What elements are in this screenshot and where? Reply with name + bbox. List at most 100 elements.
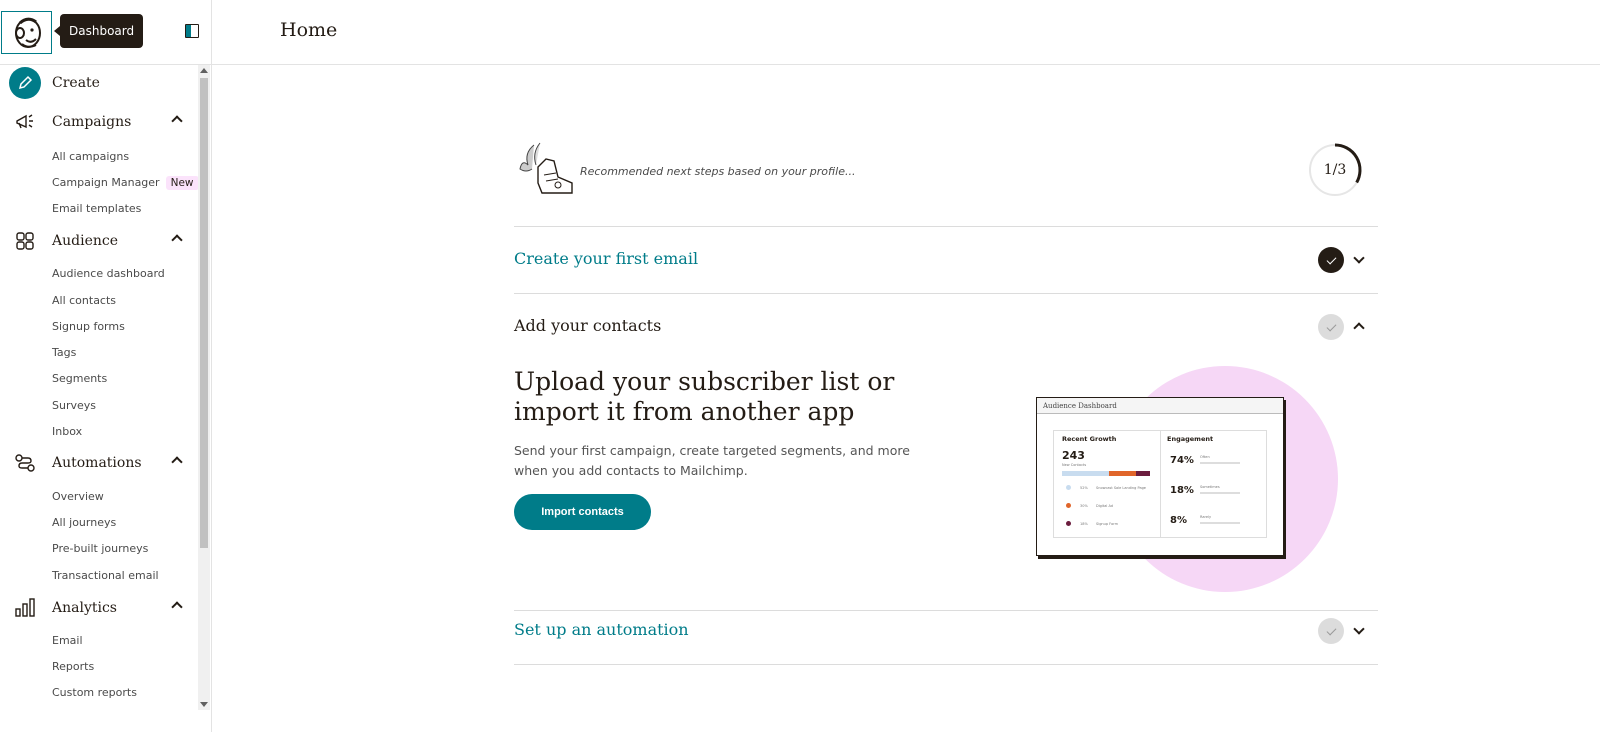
- import-contacts-button[interactable]: Import contacts: [514, 494, 651, 530]
- nav-audience-dashboard[interactable]: Audience dashboard: [52, 267, 165, 280]
- nav-all-contacts[interactable]: All contacts: [52, 294, 116, 307]
- page-header: Home: [212, 0, 1600, 65]
- main-content: Recommended next steps based on your pro…: [514, 65, 1378, 732]
- completed-check-icon: [1318, 247, 1344, 273]
- nav-campaigns-label: Campaigns: [52, 114, 132, 130]
- engagement-line: [1200, 462, 1240, 464]
- chevron-up-icon[interactable]: [171, 456, 183, 468]
- step-divider: [514, 664, 1378, 665]
- nav-custom-reports[interactable]: Custom reports: [52, 686, 137, 699]
- source-bar-segment: [1109, 471, 1136, 476]
- source-label: Snowcast Sale Landing Page: [1096, 486, 1146, 490]
- nav-campaign-manager-label: Campaign Manager: [52, 176, 160, 189]
- recommendation-row: Recommended next steps based on your pro…: [514, 135, 1378, 227]
- step-add-contacts-title[interactable]: Add your contacts: [514, 316, 661, 335]
- nav-overview[interactable]: Overview: [52, 490, 104, 503]
- progress-ring: 1/3: [1307, 142, 1363, 198]
- engagement-pct: 18%: [1170, 485, 1194, 496]
- illustration-panel: Recent Growth 243 New Contacts 52% Snowc…: [1053, 430, 1267, 538]
- sneaker-illustration-icon: [519, 142, 573, 194]
- step-divider: [514, 610, 1378, 611]
- source-bar-segment: [1062, 471, 1109, 476]
- illustration-card-title: Audience Dashboard: [1037, 398, 1283, 414]
- nav-analytics-email[interactable]: Email: [52, 634, 83, 647]
- nav-prebuilt-journeys[interactable]: Pre-built journeys: [52, 542, 148, 555]
- nav-signup-forms[interactable]: Signup forms: [52, 320, 125, 333]
- chevron-up-icon[interactable]: [171, 115, 183, 127]
- pencil-icon: [9, 67, 41, 99]
- source-dot: [1066, 503, 1071, 508]
- nav-automations-label: Automations: [52, 455, 142, 471]
- audience-dashboard-illustration: Audience Dashboard Recent Growth 243 New…: [1036, 397, 1284, 556]
- source-dot: [1066, 521, 1071, 526]
- step-divider: [514, 226, 1378, 227]
- nav-all-campaigns[interactable]: All campaigns: [52, 150, 129, 163]
- scroll-thumb[interactable]: [200, 78, 208, 548]
- recommendation-text: Recommended next steps based on your pro…: [580, 165, 856, 178]
- page-title: Home: [280, 19, 338, 41]
- engagement-line: [1200, 492, 1240, 494]
- chevron-down-icon[interactable]: [1353, 252, 1365, 264]
- sidebar: Dashboard Create Campaigns All campaigns…: [0, 0, 212, 732]
- nav-create-label: Create: [52, 75, 100, 91]
- bar-chart-icon: [12, 595, 38, 621]
- source-bar-segment: [1136, 471, 1150, 476]
- recent-growth-sub: New Contacts: [1062, 463, 1087, 467]
- nav-segments[interactable]: Segments: [52, 372, 107, 385]
- engagement-item-label: Sometimes: [1200, 485, 1220, 489]
- nav-inbox[interactable]: Inbox: [52, 425, 82, 438]
- nav-email-templates[interactable]: Email templates: [52, 202, 141, 215]
- step-divider: [514, 293, 1378, 294]
- nav-analytics-label: Analytics: [52, 600, 117, 616]
- recent-growth-label: Recent Growth: [1062, 435, 1117, 443]
- engagement-item-label: Often: [1200, 455, 1210, 459]
- chevron-up-icon[interactable]: [1353, 322, 1365, 334]
- nav-automations[interactable]: Automations: [0, 445, 198, 481]
- nav-reports[interactable]: Reports: [52, 660, 94, 673]
- step-setup-automation-title[interactable]: Set up an automation: [514, 620, 689, 639]
- new-badge: New: [165, 176, 198, 190]
- sidebar-nav: Create Campaigns All campaigns Campaign …: [0, 65, 198, 725]
- nav-audience-label: Audience: [52, 233, 118, 249]
- dashboard-tooltip: Dashboard: [53, 14, 144, 48]
- megaphone-icon: [12, 109, 38, 135]
- nav-all-journeys[interactable]: All journeys: [52, 516, 116, 529]
- source-dot: [1066, 485, 1071, 490]
- collapse-sidebar-icon[interactable]: [185, 24, 199, 38]
- chevron-up-icon[interactable]: [171, 234, 183, 246]
- source-label: Signup Form: [1096, 522, 1119, 526]
- nav-analytics[interactable]: Analytics: [0, 590, 198, 626]
- nav-create[interactable]: Create: [0, 65, 198, 101]
- engagement-item-label: Rarely: [1200, 515, 1212, 519]
- nav-transactional-email[interactable]: Transactional email: [52, 569, 159, 582]
- step-create-email-title[interactable]: Create your first email: [514, 249, 698, 268]
- engagement-label: Engagement: [1167, 435, 1214, 443]
- nav-campaigns[interactable]: Campaigns: [0, 104, 198, 140]
- scroll-up-arrow-icon[interactable]: [200, 68, 208, 73]
- nav-audience[interactable]: Audience: [0, 223, 198, 259]
- chevron-up-icon[interactable]: [171, 601, 183, 613]
- incomplete-check-icon: [1318, 314, 1344, 340]
- nav-tags[interactable]: Tags: [52, 346, 76, 359]
- chevron-down-icon[interactable]: [1353, 623, 1365, 635]
- engagement-pct: 8%: [1170, 515, 1187, 526]
- mailchimp-logo-button[interactable]: [1, 11, 52, 54]
- contacts-heading: Upload your subscriber list or import it…: [514, 367, 895, 426]
- automations-icon: [12, 450, 38, 476]
- source-pct: 52%: [1080, 486, 1088, 490]
- source-label: Digital Ad: [1096, 504, 1114, 508]
- nav-campaign-manager[interactable]: Campaign Manager New: [52, 176, 198, 190]
- freddie-logo-icon: [14, 17, 41, 48]
- recent-growth-value: 243: [1062, 449, 1085, 462]
- nav-surveys[interactable]: Surveys: [52, 399, 96, 412]
- sidebar-scrollbar[interactable]: [198, 65, 210, 710]
- engagement-line: [1200, 522, 1240, 524]
- incomplete-check-icon: [1318, 618, 1344, 644]
- progress-text: 1/3: [1323, 162, 1347, 178]
- source-pct: 18%: [1080, 522, 1088, 526]
- contacts-description: Send your first campaign, create targete…: [514, 443, 910, 478]
- source-pct: 30%: [1080, 504, 1088, 508]
- audience-icon: [12, 228, 38, 254]
- scroll-down-arrow-icon[interactable]: [200, 702, 208, 707]
- engagement-pct: 74%: [1170, 455, 1194, 466]
